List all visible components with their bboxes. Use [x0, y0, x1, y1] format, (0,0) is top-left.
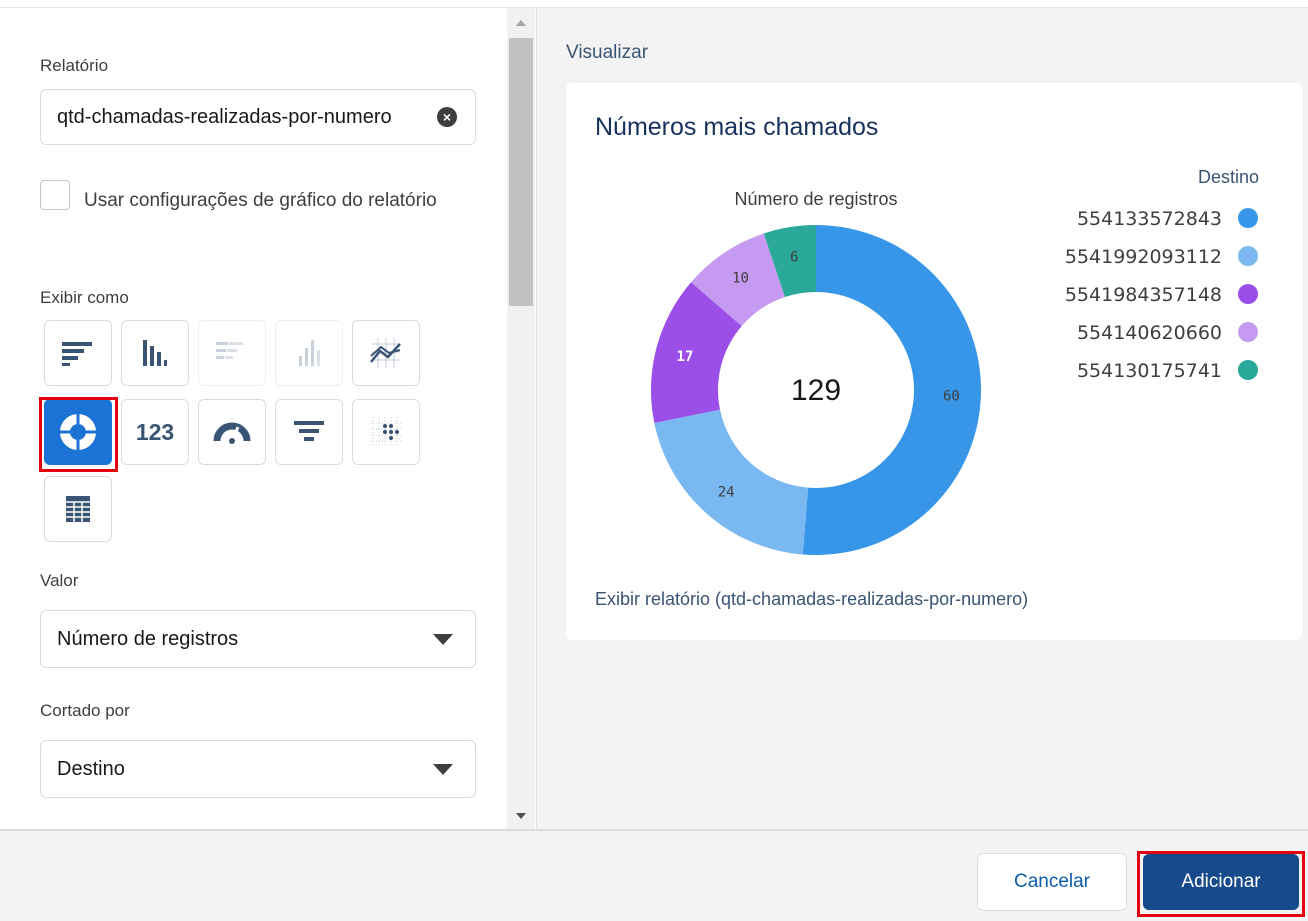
legend-item-label: 5541984357148	[1065, 284, 1222, 306]
horizontal-bar-chart-icon	[62, 342, 92, 366]
legend-item-label: 5541992093112	[1065, 246, 1222, 268]
legend-item-label: 554140620660	[1077, 322, 1222, 344]
footer: Cancelar Adicionar	[0, 829, 1308, 921]
line-chart-icon	[370, 338, 401, 368]
metric-icon: 123	[135, 418, 175, 445]
scrollbar[interactable]	[507, 8, 535, 829]
table-icon	[66, 496, 90, 522]
slice-data-label: 24	[718, 484, 735, 500]
table-button[interactable]	[44, 476, 112, 542]
legend-dot-icon	[1238, 284, 1258, 304]
donut-chart: Número de registros 60 24 17 10 6 129 Destino 55…	[651, 167, 1259, 555]
gauge-button[interactable]	[198, 399, 266, 465]
top-divider	[0, 0, 1308, 8]
preview-card: Números mais chamados Número de registro…	[566, 83, 1302, 640]
legend-dot-icon	[1238, 246, 1258, 266]
legend-item-label: 554133572843	[1077, 208, 1222, 230]
slice-data-label: 10	[732, 270, 749, 286]
value-select-text: Número de registros	[57, 627, 239, 650]
scrollbar-thumb[interactable]	[509, 38, 533, 306]
stacked-horizontal-bar-button[interactable]	[198, 320, 266, 386]
chevron-down-icon	[433, 634, 453, 645]
preview-panel: Visualizar Números mais chamados Número …	[536, 8, 1308, 829]
scroll-up-arrow-icon[interactable]	[516, 20, 526, 26]
sliced-by-select[interactable]: Destino	[40, 740, 476, 798]
display-as-label: Exibir como	[40, 288, 129, 307]
add-button[interactable]: Adicionar	[1143, 854, 1299, 910]
scroll-down-arrow-icon[interactable]	[516, 813, 526, 819]
legend-dot-icon	[1238, 360, 1258, 380]
legend-title: Destino	[1198, 167, 1259, 187]
stacked-vertical-bar-icon	[299, 340, 320, 366]
report-input[interactable]: qtd-chamadas-realizadas-por-numero ×	[40, 89, 476, 145]
value-label: Valor	[40, 571, 79, 590]
vertical-bar-chart-button[interactable]	[121, 320, 189, 386]
funnel-button[interactable]	[275, 399, 343, 465]
donut-slice	[654, 409, 809, 555]
metric-button[interactable]: 123	[121, 399, 189, 465]
slice-data-label: 6	[790, 249, 798, 265]
scatter-chart-icon	[370, 417, 402, 447]
chart-subtitle: Número de registros	[734, 189, 897, 209]
use-report-settings-checkbox[interactable]	[40, 180, 70, 210]
stacked-vertical-bar-button[interactable]	[275, 320, 343, 386]
slice-data-label: 60	[943, 388, 960, 404]
line-chart-button[interactable]	[352, 320, 420, 386]
horizontal-bar-chart-button[interactable]	[44, 320, 112, 386]
config-panel: Relatório qtd-chamadas-realizadas-por-nu…	[0, 8, 536, 829]
stacked-horizontal-bar-icon	[216, 342, 243, 359]
view-report-link[interactable]: Exibir relatório (qtd-chamadas-realizada…	[595, 589, 1028, 610]
selected-highlight	[39, 397, 118, 472]
preview-label: Visualizar	[566, 42, 649, 63]
legend-dot-icon	[1238, 322, 1258, 342]
legend-item-label: 554130175741	[1077, 360, 1222, 382]
scatter-chart-button[interactable]	[352, 399, 420, 465]
report-input-value: qtd-chamadas-realizadas-por-numero	[57, 105, 392, 128]
sliced-by-select-text: Destino	[57, 757, 125, 780]
value-select[interactable]: Número de registros	[40, 610, 476, 668]
vertical-bar-chart-icon	[143, 340, 167, 366]
funnel-icon	[294, 421, 324, 441]
legend-dot-icon	[1238, 208, 1258, 228]
slice-data-label: 17	[676, 349, 693, 365]
donut-total: 129	[791, 374, 841, 407]
gauge-icon	[213, 422, 251, 444]
use-report-settings-label: Usar configurações de gráfico do relatór…	[84, 190, 437, 211]
cancel-button[interactable]: Cancelar	[977, 853, 1127, 911]
chevron-down-icon	[433, 764, 453, 775]
sliced-by-label: Cortado por	[40, 701, 130, 720]
clear-icon[interactable]: ×	[437, 107, 457, 127]
report-label: Relatório	[40, 56, 109, 75]
